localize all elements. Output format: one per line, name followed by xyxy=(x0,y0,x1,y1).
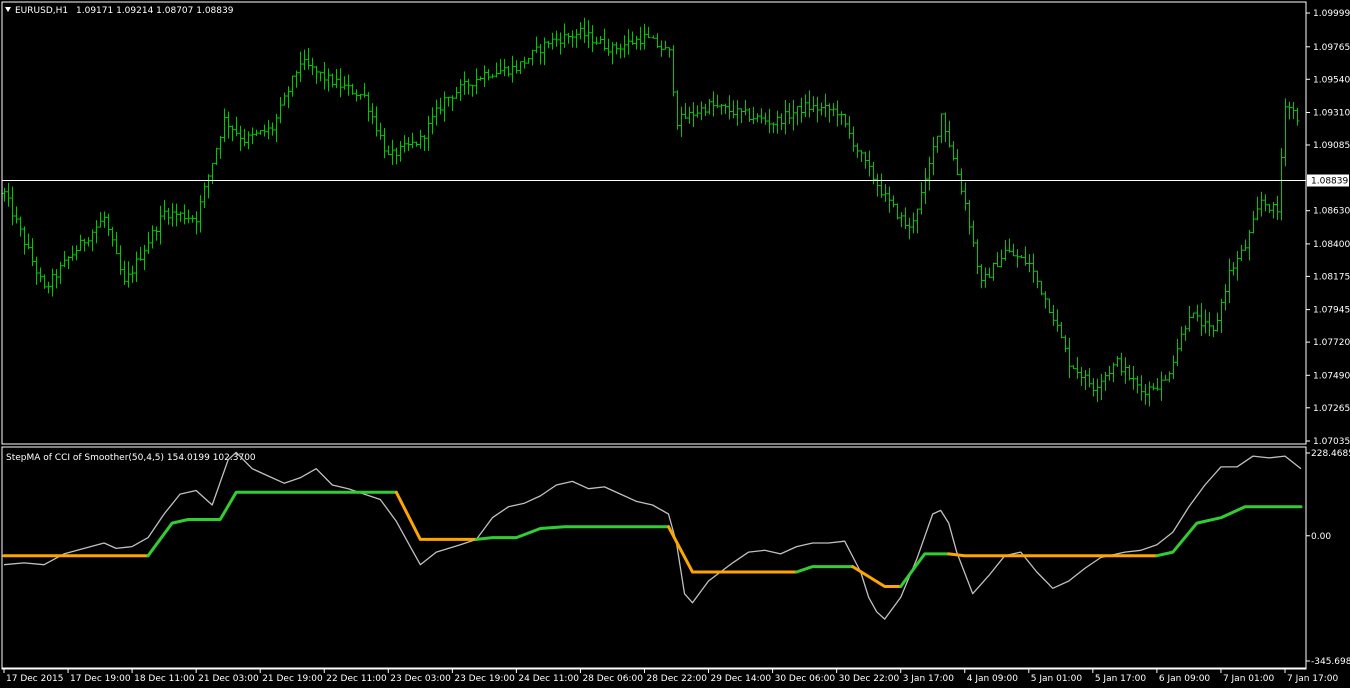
price-tick-label: 1.07490 xyxy=(1313,371,1350,381)
price-tick-label: 1.09085 xyxy=(1313,141,1350,151)
time-tick-label: 3 Jan 17:00 xyxy=(903,674,955,684)
time-tick-label: 5 Jan 17:00 xyxy=(1095,674,1147,684)
time-tick-label: 24 Dec 11:00 xyxy=(518,674,579,684)
time-tick-label: 7 Jan 01:00 xyxy=(1223,674,1275,684)
price-tick-label: 1.07035 xyxy=(1313,437,1350,447)
time-tick-label: 17 Dec 2015 xyxy=(6,674,64,684)
time-tick-label: 30 Dec 22:00 xyxy=(839,674,900,684)
time-tick-label: 21 Dec 03:00 xyxy=(198,674,259,684)
time-tick-label: 28 Dec 06:00 xyxy=(582,674,643,684)
symbol-label: EURUSD,H1 xyxy=(15,6,68,16)
indicator-label: StepMA of CCI of Smoother(50,4,5) 154.01… xyxy=(6,453,256,463)
time-tick-label: 29 Dec 14:00 xyxy=(711,674,772,684)
time-tick-label: 5 Jan 01:00 xyxy=(1031,674,1083,684)
price-tick-label: 1.08400 xyxy=(1313,240,1350,250)
time-tick-label: 23 Dec 19:00 xyxy=(454,674,515,684)
chart-background xyxy=(0,0,1350,688)
indicator-tick-label: 0.00 xyxy=(1311,532,1331,542)
time-tick-label: 18 Dec 11:00 xyxy=(134,674,195,684)
time-tick-label: 21 Dec 19:00 xyxy=(262,674,323,684)
time-tick-label: 7 Jan 17:00 xyxy=(1287,674,1339,684)
time-tick-label: 22 Dec 11:00 xyxy=(326,674,387,684)
current-price-label: 1.08839 xyxy=(1311,177,1348,187)
time-tick-label: 17 Dec 19:00 xyxy=(70,674,131,684)
time-tick-label: 30 Dec 06:00 xyxy=(775,674,836,684)
indicator-tick-label: -345.6986 xyxy=(1311,657,1350,667)
price-tick-label: 1.08175 xyxy=(1313,272,1350,282)
time-tick-label: 23 Dec 03:00 xyxy=(390,674,451,684)
price-tick-label: 1.09999 xyxy=(1313,9,1350,19)
ohlc-label: 1.09171 1.09214 1.08707 1.08839 xyxy=(76,6,234,16)
chart-canvas[interactable]: EURUSD,H1 1.09171 1.09214 1.08707 1.0883… xyxy=(0,0,1350,688)
price-tick-label: 1.09310 xyxy=(1313,108,1350,118)
price-tick-label: 1.09540 xyxy=(1313,75,1350,85)
time-tick-label: 28 Dec 22:00 xyxy=(646,674,707,684)
price-tick-label: 1.07720 xyxy=(1313,338,1350,348)
price-tick-label: 1.07265 xyxy=(1313,404,1350,414)
price-tick-label: 1.08630 xyxy=(1313,207,1350,217)
time-tick-label: 4 Jan 09:00 xyxy=(967,674,1019,684)
time-tick-label: 6 Jan 09:00 xyxy=(1159,674,1211,684)
indicator-tick-label: 228.4685 xyxy=(1311,449,1350,459)
price-tick-label: 1.07945 xyxy=(1313,306,1350,316)
price-tick-label: 1.09765 xyxy=(1313,43,1350,53)
